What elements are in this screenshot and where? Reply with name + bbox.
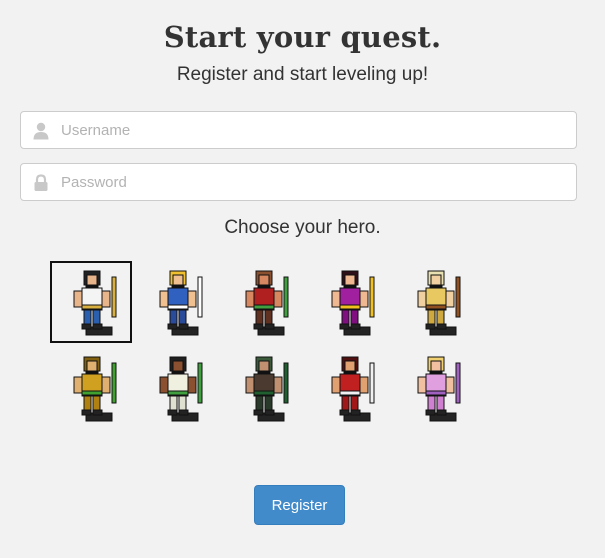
username-field[interactable] [20,111,577,149]
hero-option[interactable] [308,347,390,429]
register-button[interactable]: Register [254,485,345,525]
hero-option[interactable] [394,261,476,343]
hero-option[interactable] [50,347,132,429]
golden-knight-icon [73,356,117,422]
hooded-ranger-icon [245,356,289,422]
password-input[interactable] [61,164,568,200]
priestess-white-icon [159,356,203,422]
page-title: Start your quest. [163,20,442,54]
password-field[interactable] [20,163,577,201]
wizard-staff-icon [417,270,461,336]
hero-option[interactable] [136,347,218,429]
hero-option[interactable] [222,261,304,343]
hero-option[interactable] [222,347,304,429]
pink-mage-icon [417,356,461,422]
lock-icon [33,174,49,192]
hero-option[interactable] [394,347,476,429]
hero-option[interactable] [50,261,132,343]
dark-haired-adventurer-icon [73,270,117,336]
hero-option[interactable] [308,261,390,343]
page-subtitle: Register and start leveling up! [176,64,429,85]
shield-warrior-icon [331,356,375,422]
hero-option[interactable] [136,261,218,343]
bald-warrior-icon [245,270,289,336]
username-input[interactable] [61,112,568,148]
user-icon [33,122,49,140]
choose-hero-label: Choose your hero. [224,217,381,238]
sorceress-purple-icon [331,270,375,336]
blonde-swordsman-icon [159,270,203,336]
